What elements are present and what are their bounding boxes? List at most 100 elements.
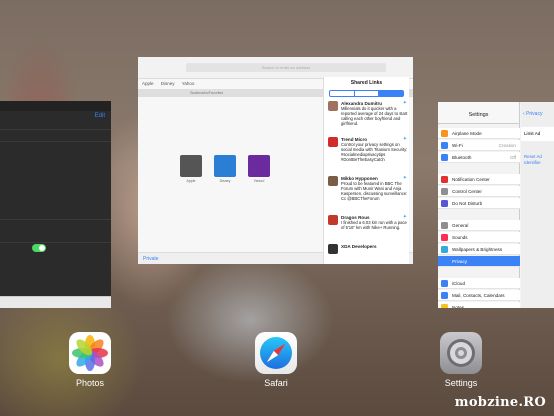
settings-row[interactable]: Wallpapers & Brightness: [438, 244, 520, 255]
app-label: Settings: [444, 378, 478, 388]
photos-icon[interactable]: [69, 332, 111, 374]
list-row: [0, 219, 111, 231]
twitter-icon: ✦: [402, 175, 407, 181]
settings-row-value: Off: [509, 155, 516, 160]
settings-gear-icon[interactable]: [440, 332, 482, 374]
app-label: Safari: [264, 378, 288, 388]
avatar: [328, 101, 338, 111]
list-row: [0, 129, 111, 141]
back-button[interactable]: ‹ Privacy: [523, 111, 542, 117]
settings-row-icon: [441, 188, 448, 195]
list-item[interactable]: ✦ Alexandra Dumitru Millennials do it qui…: [328, 101, 408, 126]
post-text: Millennials do it quicker with a reporte…: [341, 106, 408, 126]
bookmark-item[interactable]: Apple: [142, 81, 154, 86]
settings-row-label: Wallpapers & Brightness: [452, 247, 503, 252]
settings-row-label: Mail, Contacts, Calendars: [452, 293, 505, 298]
settings-row-icon: [441, 246, 448, 253]
app-card-left[interactable]: Edit: [0, 101, 111, 308]
reading-list-segment[interactable]: [355, 91, 380, 96]
bookmark-item[interactable]: Yahoo: [182, 81, 195, 86]
settings-row-icon: [441, 200, 448, 207]
settings-row[interactable]: Wi-Fi Creation: [438, 140, 520, 151]
safari-icon[interactable]: [255, 332, 297, 374]
settings-row[interactable]: General: [438, 220, 520, 231]
page-title: Settings: [438, 102, 519, 124]
post-text: Control your privacy settings on social …: [341, 142, 408, 162]
settings-row-icon: [441, 280, 448, 287]
avatar: [328, 244, 338, 254]
settings-row-icon: [441, 222, 448, 229]
list-row: [0, 141, 111, 153]
settings-row-label: Notes: [452, 305, 465, 308]
reset-ad-identifier-link[interactable]: Reset Ad Identifier: [524, 154, 554, 166]
list-item[interactable]: ✦ Trend Micro Control your privacy settin…: [328, 137, 408, 162]
favorite-disney-icon[interactable]: [214, 155, 236, 177]
settings-list: Settings Airplane Mode Wi-Fi Creation Bluet…: [438, 102, 520, 308]
settings-row-icon: [441, 234, 448, 241]
settings-row-icon: [441, 154, 448, 161]
limit-ad-row[interactable]: Limit Ad: [521, 127, 554, 141]
settings-row-label: Airplane Mode: [452, 131, 482, 136]
twitter-icon: ✦: [402, 214, 407, 220]
list-item[interactable]: ✦ Dragos Rous I finished a 6.03 km run wi…: [328, 215, 408, 230]
favorite-yahoo-icon[interactable]: [248, 155, 270, 177]
app-card-settings[interactable]: Settings Airplane Mode Wi-Fi Creation Bluet…: [438, 102, 554, 308]
back-label: Privacy: [526, 111, 543, 117]
edit-button[interactable]: Edit: [95, 113, 105, 119]
post-text: I finished a 6.03 km run with a pace of …: [341, 220, 407, 230]
private-button[interactable]: Private: [143, 256, 159, 262]
settings-row[interactable]: Do Not Disturb: [438, 198, 520, 209]
settings-row[interactable]: Bluetooth Off: [438, 152, 520, 163]
post-text: Proud to be featured in BBC The Forum wi…: [341, 181, 408, 201]
settings-row-label: Bluetooth: [452, 155, 472, 160]
settings-row[interactable]: Notes: [438, 302, 520, 308]
list-item[interactable]: XDA Developers: [328, 244, 408, 254]
panel-title: Shared Links: [350, 80, 383, 86]
settings-row[interactable]: Control Center: [438, 186, 520, 197]
author-name: XDA Developers: [341, 244, 377, 249]
favorite-label: Apple: [186, 179, 196, 183]
list-row: [0, 242, 111, 254]
settings-row[interactable]: Sounds: [438, 232, 520, 243]
avatar: [328, 137, 338, 147]
settings-row-icon: [441, 142, 448, 149]
settings-row[interactable]: Notification Center: [438, 174, 520, 185]
settings-row-icon: [441, 292, 448, 299]
settings-row-label: Privacy: [452, 259, 468, 264]
favorite-label: Yahoo!: [253, 179, 265, 183]
settings-row-label: Do Not Disturb: [452, 201, 483, 206]
settings-row[interactable]: Privacy: [438, 256, 520, 267]
list-item[interactable]: ✦ Mikko Hypponen Proud to be featured in …: [328, 176, 408, 201]
favorite-apple-icon[interactable]: [180, 155, 202, 177]
bottom-bar: [0, 296, 111, 308]
avatar: [328, 215, 338, 225]
shared-links-panel: Shared Links ✦ Alexandra Dumitru Millenni…: [323, 77, 409, 264]
shared-links-segment[interactable]: [379, 91, 404, 96]
settings-row[interactable]: Mail, Contacts, Calendars: [438, 290, 520, 301]
twitter-icon: ✦: [402, 136, 407, 142]
toggle-switch[interactable]: [32, 244, 46, 252]
favorite-label: Disney: [219, 179, 231, 183]
toolbar: Search or enter an address: [138, 57, 413, 79]
tab[interactable]: Bookmarks/Favorites: [138, 89, 276, 97]
bookmarks-segment[interactable]: [330, 91, 355, 96]
settings-row-label: Sounds: [452, 235, 468, 240]
app-card-safari[interactable]: Search or enter an address Apple Disney …: [138, 57, 413, 264]
settings-row-label: iCloud: [452, 281, 466, 286]
settings-row[interactable]: iCloud: [438, 278, 520, 289]
settings-row-label: Wi-Fi: [452, 143, 463, 148]
settings-row[interactable]: Airplane Mode: [438, 128, 520, 139]
settings-row-label: Notification Center: [452, 177, 490, 182]
segmented-control[interactable]: [329, 90, 404, 97]
settings-row-label: General: [452, 223, 469, 228]
settings-detail-pane: ‹ Privacy Limit Ad Reset Ad Identifier: [521, 102, 554, 308]
settings-row-value: Creation: [498, 143, 516, 148]
settings-row-icon: [441, 304, 448, 308]
watermark: mobzine.RO: [454, 395, 546, 410]
bookmark-item[interactable]: Disney: [161, 81, 175, 86]
settings-row-icon: [441, 258, 448, 265]
app-label: Photos: [75, 378, 105, 388]
settings-row-label: Control Center: [452, 189, 482, 194]
address-bar[interactable]: Search or enter an address: [186, 63, 386, 72]
settings-row-icon: [441, 176, 448, 183]
